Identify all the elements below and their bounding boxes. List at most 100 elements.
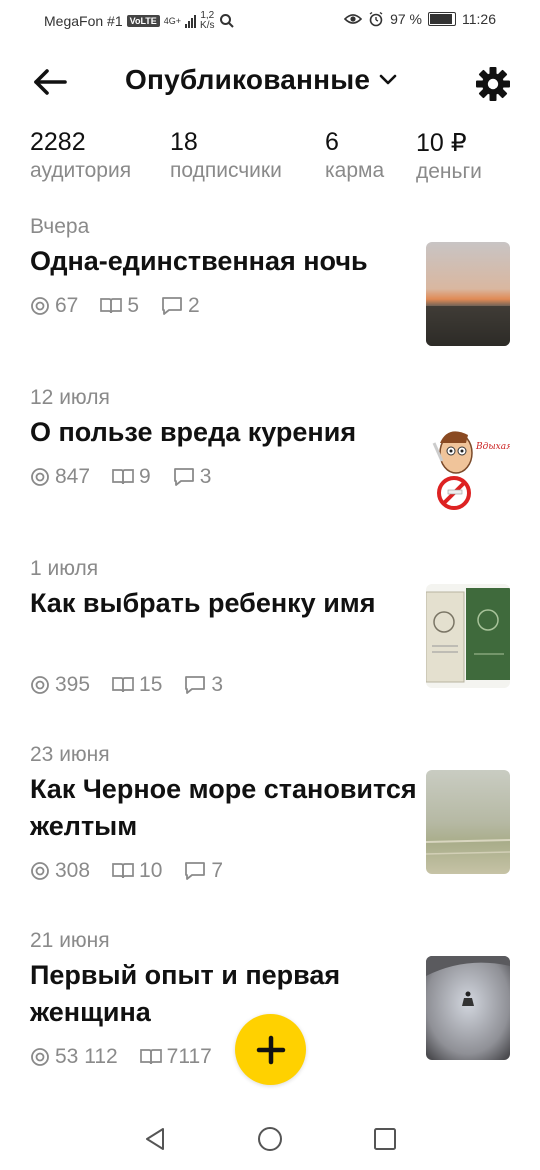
reads-value: 10 — [139, 859, 163, 882]
post-metrics: 847 9 3 — [30, 465, 211, 489]
chevron-down-icon — [379, 74, 397, 85]
reads-value: 9 — [139, 465, 151, 488]
status-bar: MegaFon #1 VoLTE 4G+ 1,2 K/s 97 % 11:26 — [0, 0, 540, 40]
post-date: Вчера — [30, 215, 90, 238]
post-date: 21 июня — [30, 929, 110, 952]
post-thumbnail — [426, 770, 510, 874]
post-thumbnail — [426, 242, 510, 346]
plus-icon — [256, 1035, 285, 1064]
reads-icon — [139, 1049, 162, 1065]
post-title: Как выбрать ребенку имя — [30, 588, 376, 618]
clock: 11:26 — [462, 11, 496, 27]
comments-icon — [185, 862, 206, 880]
battery-icon — [428, 12, 456, 26]
page-title: Опубликованные — [125, 64, 371, 95]
stat-money[interactable]: 10 ₽ деньги — [416, 128, 482, 184]
stat-value: 6 — [325, 128, 339, 156]
post-title: Как Черное море становится желтым — [30, 774, 417, 841]
views-icon — [31, 297, 49, 315]
post-date: 12 июля — [30, 386, 110, 409]
search-icon — [219, 14, 234, 28]
app-header: Опубликованные — [0, 52, 540, 114]
channel-stats: 2282 аудитория 18 подписчики 6 карма 10 … — [0, 128, 540, 192]
views-icon — [31, 468, 49, 486]
reads-count: 10 — [112, 859, 162, 883]
views-value: 308 — [55, 859, 91, 882]
reads-count: 15 — [112, 673, 162, 697]
network-speed: 1,2 K/s — [200, 11, 214, 31]
comments-count: 3 — [184, 673, 223, 697]
reads-count: 9 — [112, 465, 151, 489]
publication-filter-dropdown[interactable]: Опубликованные — [125, 64, 398, 96]
reads-value: 7117 — [166, 1045, 212, 1068]
alarm-icon — [369, 11, 383, 27]
reads-icon — [112, 677, 134, 693]
comments-count: 3 — [173, 465, 212, 489]
comments-value: 7 — [211, 859, 224, 882]
post-title: Одна-единственная ночь — [30, 246, 368, 276]
reads-count: 7117 — [139, 1045, 212, 1069]
comments-icon — [173, 468, 194, 486]
reads-icon — [112, 863, 134, 879]
comments-count: 7 — [184, 859, 223, 883]
stat-label: подписчики — [170, 159, 282, 182]
status-right: 97 % 11:26 — [344, 11, 496, 27]
post-metrics: 395 15 3 — [30, 673, 223, 697]
post-metrics: 53 112 7117 — [30, 1045, 212, 1069]
views-count: 847 — [30, 465, 90, 489]
reads-value: 15 — [139, 673, 163, 696]
post-metrics: 67 5 2 — [30, 294, 200, 318]
reads-icon — [100, 298, 123, 314]
views-value: 67 — [55, 294, 79, 317]
carrier-name: MegaFon #1 — [44, 13, 123, 29]
volte-badge: VoLTE — [126, 15, 160, 27]
views-count: 53 112 — [30, 1045, 118, 1069]
reads-count: 5 — [100, 294, 139, 318]
add-post-button[interactable] — [235, 1014, 306, 1085]
views-count: 395 — [30, 673, 90, 697]
battery-percent: 97 % — [390, 11, 422, 27]
comments-count: 2 — [161, 294, 200, 318]
comments-value: 3 — [211, 673, 224, 696]
views-value: 395 — [55, 673, 91, 696]
back-triangle-icon[interactable] — [143, 1126, 167, 1152]
post-date: 1 июля — [30, 557, 99, 580]
stat-value: 2282 — [30, 128, 86, 156]
reads-value: 5 — [127, 294, 140, 317]
back-arrow-icon[interactable] — [32, 66, 68, 98]
speed-unit: K/s — [200, 20, 215, 31]
stat-label: аудитория — [30, 159, 132, 182]
views-icon — [31, 862, 49, 880]
post-thumbnail — [426, 584, 510, 688]
reads-icon — [112, 469, 134, 485]
stat-value: 10 ₽ — [416, 129, 467, 157]
comments-value: 3 — [199, 465, 212, 488]
thumbnail-caption: Вдыхая выдыхая — [475, 442, 510, 452]
post-thumbnail: Вдыхая выдыхая — [426, 413, 510, 517]
post-metrics: 308 10 7 — [30, 859, 223, 883]
stat-label: карма — [325, 159, 385, 182]
views-count: 67 — [30, 294, 78, 318]
stat-audience[interactable]: 2282 аудитория — [30, 128, 131, 183]
comments-icon — [162, 297, 182, 315]
post-title: Первый опыт и первая женщина — [30, 960, 341, 1027]
comments-value: 2 — [188, 294, 200, 317]
stat-value: 18 — [170, 128, 198, 156]
comments-icon — [185, 676, 206, 694]
views-icon — [31, 676, 49, 694]
gear-icon[interactable] — [475, 66, 511, 102]
network-type: 4G+ — [163, 16, 182, 26]
stat-karma[interactable]: 6 карма — [325, 128, 384, 183]
system-nav-bar — [0, 1110, 540, 1170]
recents-square-icon[interactable] — [373, 1126, 397, 1152]
home-circle-icon[interactable] — [257, 1126, 283, 1152]
post-date: 23 июня — [30, 743, 110, 766]
views-icon — [31, 1048, 49, 1066]
status-left: MegaFon #1 VoLTE 4G+ 1,2 K/s — [44, 11, 235, 31]
views-count: 308 — [30, 859, 90, 883]
post-title: О пользе вреда курения — [30, 417, 357, 447]
signal-icon — [185, 14, 197, 28]
views-value: 847 — [55, 465, 91, 488]
stat-label: деньги — [416, 160, 482, 183]
stat-subscribers[interactable]: 18 подписчики — [170, 128, 282, 183]
